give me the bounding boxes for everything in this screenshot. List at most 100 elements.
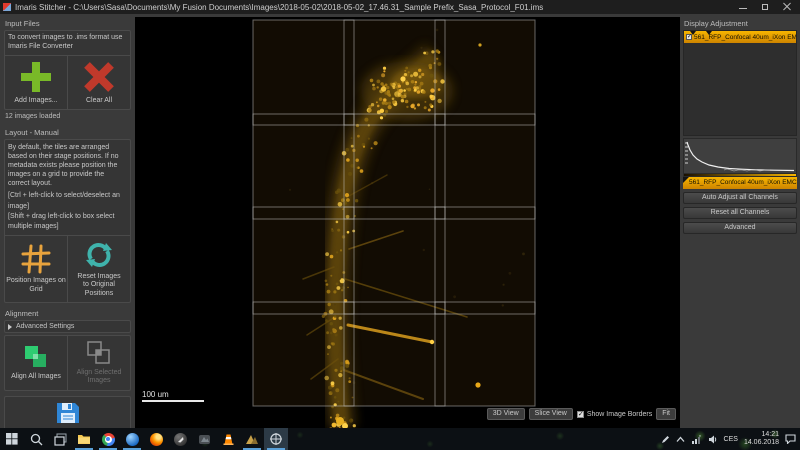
language-indicator[interactable]: CES [724,436,738,443]
floppy-disk-icon [55,401,81,425]
position-on-grid-button[interactable]: Position Images on Grid [5,236,67,302]
reset-positions-button[interactable]: Reset Images to Original Positions [67,236,130,302]
task-view-icon [54,433,67,446]
microscopy-image [135,17,680,428]
titlebar: Imaris Stitcher - C:\Users\Sasa\Document… [0,0,800,14]
firefox-icon [150,433,163,446]
blue-globe-icon [126,433,139,446]
input-files-header: Input Files [5,19,131,28]
reset-label-line2: to Original Positions [83,281,115,296]
rocket-app-icon [174,433,187,446]
align-selected-button[interactable]: Align Selected Images [67,336,130,390]
clear-all-button[interactable]: Clear All [67,56,130,109]
range-handle-icon [683,177,689,183]
taskbar-time: 14:21 [744,431,779,439]
view-controls: 3D View Slice View ✓ Show Image Borders … [487,408,676,420]
layout-hint-1: [Ctrl + left-click to select/deselect an… [8,191,127,211]
advanced-button[interactable]: Advanced [683,222,797,234]
volume-icon[interactable] [708,435,718,444]
reset-arrows-icon [84,240,114,270]
view-3d-button[interactable]: 3D View [487,408,525,420]
scale-bar: 100 um [142,390,204,402]
search-icon [30,433,43,446]
checkbox-check-icon: ✓ [577,411,584,418]
mountain-icon [245,433,259,445]
app-icon [3,3,11,11]
start-button[interactable] [0,428,24,450]
show-image-borders-checkbox[interactable]: ✓ Show Image Borders [577,411,652,418]
input-files-group: To convert images to .ims format use Ima… [4,30,131,110]
histogram-curve [684,139,796,173]
taskbar-app-rocket[interactable] [168,428,192,450]
taskbar-app-gray[interactable] [192,428,216,450]
align-selected-icon [85,340,113,366]
taskbar-clock[interactable]: 14:21 14.06.2018 [744,431,779,447]
imaris-stitcher-window: Imaris Stitcher - C:\Users\Sasa\Document… [0,0,800,450]
window-title: Imaris Stitcher - C:\Users\Sasa\Document… [15,3,543,12]
layout-hint-2: [Shift + drag left-click to box select m… [8,212,127,232]
auto-adjust-button[interactable]: Auto Adjust all Channels [683,192,797,204]
scale-bar-label: 100 um [142,390,204,399]
taskbar-firefox[interactable] [144,428,168,450]
gray-app-icon [198,433,211,446]
align-all-icon [22,344,50,370]
scale-bar-line [142,400,204,402]
reset-channels-button[interactable]: Reset all Channels [683,207,797,219]
taskbar-imaris-stitcher-active[interactable] [264,428,288,450]
channel-list-item[interactable]: ✓ 561_RFP_Confocal 40um_iXon EMCCD [684,31,796,43]
right-panel: Display Adjustment ✓ 561_RFP_Confocal 40… [680,14,800,428]
network-icon[interactable]: * [691,435,702,444]
svg-text:*: * [699,435,701,441]
range-marker-max[interactable] [706,31,712,35]
pen-icon[interactable] [661,435,670,444]
stitcher-target-icon [269,432,283,446]
advanced-settings-toggle[interactable]: Advanced Settings [4,320,131,333]
left-panel: Input Files To convert images to .ims fo… [0,14,135,428]
task-view-button[interactable] [48,428,72,450]
range-marker-min[interactable] [690,31,696,35]
display-adjustment-header: Display Adjustment [684,19,797,28]
taskbar-chrome[interactable] [96,428,120,450]
vlc-cone-icon [222,433,235,446]
red-x-icon [82,60,116,94]
windows-logo-icon [6,433,18,445]
taskbar-imaris[interactable] [240,428,264,450]
advanced-settings-label: Advanced Settings [16,323,74,330]
plus-icon [19,60,53,94]
windows-taskbar: * CES 14:21 14.06.2018 [0,428,800,450]
layout-description: By default, the tiles are arranged based… [5,140,130,191]
close-button[interactable] [783,3,791,11]
action-center-icon[interactable] [785,434,796,444]
channel-list: ✓ 561_RFP_Confocal 40um_iXon EMCCD [683,30,797,136]
show-image-borders-label: Show Image Borders [587,411,652,418]
minimize-button[interactable] [739,3,747,11]
taskbar-file-explorer[interactable] [72,428,96,450]
fit-button[interactable]: Fit [656,408,676,420]
channel-name-bar: 561_RFP_Confocal 40um_iXon EMCCD [689,179,797,186]
collapsed-arrow-icon [8,324,12,330]
system-tray: * CES 14:21 14.06.2018 [661,428,800,450]
hidden-icons-chevron[interactable] [676,436,685,443]
converter-hint: To convert images to .ims format use Ima… [5,31,130,56]
align-group: Align All Images Align Selected Images [4,335,131,391]
taskbar-search-button[interactable] [24,428,48,450]
images-loaded-status: 12 images loaded [5,113,131,120]
add-images-button[interactable]: Add Images... [5,56,67,109]
histogram[interactable] [683,138,797,174]
layout-group: By default, the tiles are arranged based… [4,139,131,303]
folder-icon [77,433,91,445]
taskbar-browser-blue[interactable] [120,428,144,450]
stitching-viewport[interactable]: 100 um 3D View Slice View ✓ Show Image B… [135,14,680,428]
maximize-button[interactable] [761,3,769,11]
reset-label-line1: Reset Images [77,273,120,280]
layout-header: Layout - Manual [5,128,131,137]
taskbar-vlc[interactable] [216,428,240,450]
view-slice-button[interactable]: Slice View [529,408,573,420]
taskbar-date: 14.06.2018 [744,439,779,447]
align-all-button[interactable]: Align All Images [5,336,67,390]
channel-range-bar[interactable]: 561_RFP_Confocal 40um_iXon EMCCD [683,177,797,189]
chrome-icon [102,433,115,446]
layout-hints: [Ctrl + left-click to select/deselect an… [5,191,130,236]
alignment-header: Alignment [5,309,131,318]
grid-icon [21,244,51,274]
